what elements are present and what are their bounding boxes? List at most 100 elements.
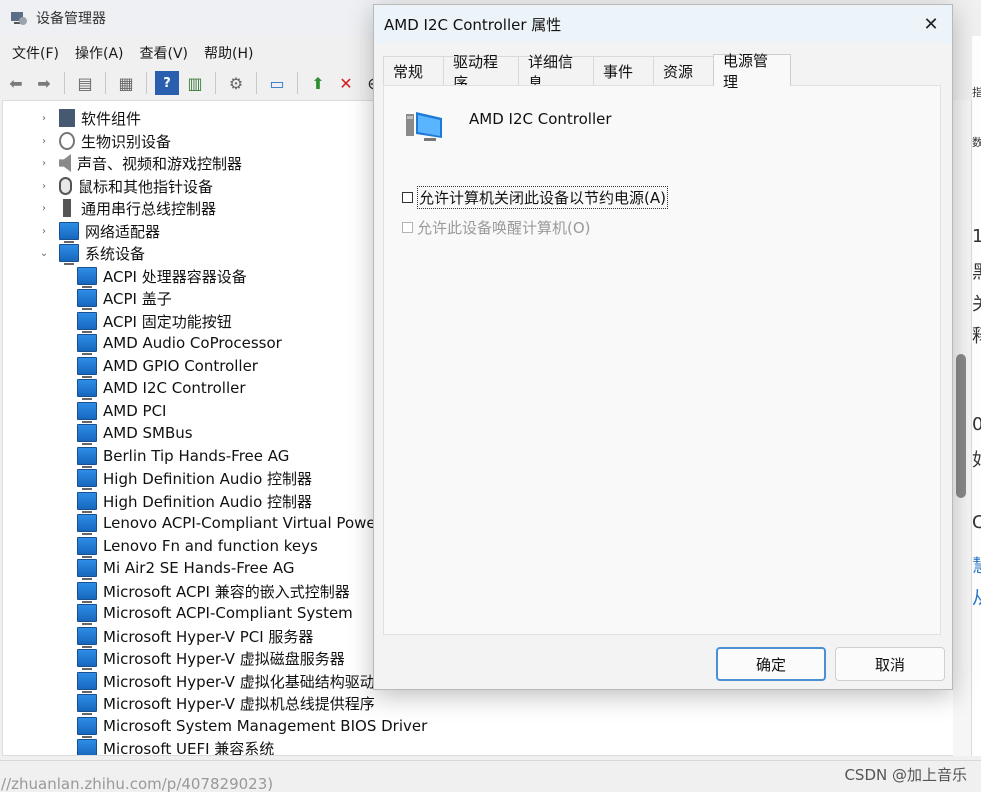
device-row[interactable]: Lenovo ACPI-Compliant Virtual Power C — [77, 512, 397, 535]
device-row[interactable]: AMD SMBus — [77, 422, 193, 445]
checkbox-label: 允许此设备唤醒计算机(O) — [417, 219, 591, 237]
device-icon — [77, 649, 97, 670]
background-text: 释 — [972, 322, 981, 348]
csdn-watermark: CSDN @加上音乐 — [844, 766, 967, 784]
background-url-text: ://zhuanlan.zhihu.com/p/407829023) — [0, 775, 274, 792]
usb-icon — [63, 199, 71, 217]
checkbox-box[interactable] — [402, 192, 413, 203]
tree-category-row[interactable]: › 软件组件 — [37, 107, 141, 129]
device-label: Microsoft Hyper-V 虚拟机总线提供程序 — [103, 694, 375, 713]
back-arrow-icon[interactable]: ⬅ — [4, 71, 28, 95]
device-row[interactable]: AMD I2C Controller — [77, 377, 246, 400]
chevron-right-icon[interactable]: › — [37, 136, 51, 147]
device-row[interactable]: Microsoft Hyper-V 虚拟机总线提供程序 — [77, 692, 375, 715]
tab-driver[interactable]: 驱动程序 — [443, 53, 519, 92]
scan-hardware-icon[interactable]: ⚙ — [224, 71, 248, 95]
checkbox-label[interactable]: 允许计算机关闭此设备以节约电源(A) — [417, 186, 668, 209]
device-icon — [77, 492, 97, 513]
device-row[interactable]: High Definition Audio 控制器 — [77, 490, 312, 513]
device-row[interactable]: Microsoft ACPI 兼容的嵌入式控制器 — [77, 580, 350, 603]
background-text: 从 — [972, 584, 981, 610]
toolbar-separator — [215, 72, 216, 94]
update-driver-icon[interactable]: ⬆ — [306, 71, 330, 95]
device-row[interactable]: Microsoft System Management BIOS Driver — [77, 715, 428, 738]
close-icon[interactable]: ✕ — [918, 11, 944, 37]
device-label: AMD Audio CoProcessor — [103, 334, 282, 352]
chevron-right-icon[interactable]: › — [37, 113, 51, 124]
device-row[interactable]: Microsoft Hyper-V 虚拟化基础结构驱动程 — [77, 670, 390, 693]
device-row[interactable]: ACPI 盖子 — [77, 287, 172, 310]
tab-details[interactable]: 详细信息 — [518, 53, 594, 92]
tab-events[interactable]: 事件 — [593, 56, 654, 86]
device-icon — [77, 514, 97, 535]
forward-arrow-icon[interactable]: ➡ — [32, 71, 56, 95]
device-row[interactable]: AMD GPIO Controller — [77, 355, 258, 378]
device-row[interactable]: AMD Audio CoProcessor — [77, 332, 282, 355]
cancel-button[interactable]: 取消 — [835, 647, 945, 681]
tab-general[interactable]: 常规 — [383, 56, 444, 86]
tab-resources[interactable]: 资源 — [653, 56, 714, 86]
device-row[interactable]: High Definition Audio 控制器 — [77, 467, 313, 490]
device-row[interactable]: Microsoft UEFI 兼容系统 — [77, 737, 274, 755]
device-label: High Definition Audio 控制器 — [103, 469, 313, 488]
allow-power-off-checkbox[interactable]: 允许计算机关闭此设备以节约电源(A) — [402, 186, 668, 209]
device-icon — [77, 559, 97, 580]
device-row[interactable]: Berlin Tip Hands-Free AG — [77, 445, 290, 468]
menu-file[interactable]: 文件(F) — [4, 41, 67, 65]
device-row[interactable]: Microsoft Hyper-V PCI 服务器 — [77, 625, 314, 648]
background-text: 慧 — [972, 552, 981, 578]
tree-category-row[interactable]: › 声音、视频和游戏控制器 — [37, 152, 242, 174]
chevron-right-icon[interactable]: › — [37, 226, 51, 237]
category-label: 软件组件 — [81, 109, 142, 128]
device-label: Mi Air2 SE Hands-Free AG — [103, 559, 295, 577]
device-label: Microsoft System Management BIOS Driver — [103, 717, 428, 735]
category-label: 网络适配器 — [85, 222, 161, 241]
uninstall-device-x-icon[interactable]: ✕ — [334, 71, 358, 95]
device-row[interactable]: Mi Air2 SE Hands-Free AG — [77, 557, 295, 580]
tab-power-management[interactable]: 电源管理 — [713, 52, 791, 91]
tree-category-row[interactable]: › 生物识别设备 — [37, 130, 171, 152]
show-hide-console-tree-icon[interactable]: ▤ — [73, 71, 97, 95]
menu-help[interactable]: 帮助(H) — [196, 41, 261, 65]
device-row[interactable]: AMD PCI — [77, 400, 167, 423]
device-row[interactable]: Microsoft ACPI-Compliant System — [77, 602, 353, 625]
properties-icon[interactable]: ▦ — [114, 71, 138, 95]
device-icon — [77, 604, 97, 625]
vertical-scrollbar[interactable] — [953, 100, 971, 756]
tree-category-row[interactable]: › 网络适配器 — [37, 220, 161, 243]
device-row[interactable]: ACPI 处理器容器设备 — [77, 265, 247, 288]
chevron-right-icon[interactable]: › — [37, 181, 51, 192]
menu-view[interactable]: 查看(V) — [132, 41, 197, 65]
device-icon — [406, 112, 442, 141]
device-label: AMD PCI — [103, 402, 167, 420]
tree-category-row[interactable]: › 通用串行总线控制器 — [37, 197, 216, 219]
tree-category-row[interactable]: › 鼠标和其他指针设备 — [37, 175, 213, 197]
background-text: 黑 — [972, 258, 981, 284]
category-label: 鼠标和其他指针设备 — [78, 177, 214, 196]
chevron-right-icon[interactable]: › — [37, 158, 51, 169]
speaker-icon — [59, 154, 71, 172]
category-label: 系统设备 — [85, 244, 146, 263]
device-label: Berlin Tip Hands-Free AG — [103, 447, 290, 465]
tree-category-row[interactable]: ⌄ 系统设备 — [37, 242, 146, 265]
action-pane-icon[interactable]: ▥ — [183, 71, 207, 95]
device-row[interactable]: ACPI 固定功能按钮 — [77, 310, 232, 333]
device-label: Microsoft ACPI-Compliant System — [103, 604, 353, 622]
device-icon — [77, 289, 97, 310]
background-text: 关 — [972, 290, 981, 316]
monitor-icon[interactable]: ▭ — [265, 71, 289, 95]
menu-action[interactable]: 操作(A) — [67, 41, 132, 65]
device-row[interactable]: Lenovo Fn and function keys — [77, 535, 318, 558]
device-name: AMD I2C Controller — [469, 110, 612, 128]
dialog-title: AMD I2C Controller 属性 — [384, 15, 562, 34]
device-row[interactable]: Microsoft Hyper-V 虚拟磁盘服务器 — [77, 647, 345, 670]
toolbar-separator — [297, 72, 298, 94]
device-label: Microsoft Hyper-V PCI 服务器 — [103, 627, 314, 646]
help-icon[interactable]: ? — [155, 71, 179, 95]
chevron-right-icon[interactable]: › — [37, 203, 51, 214]
chevron-down-icon[interactable]: ⌄ — [37, 248, 51, 259]
scrollbar-thumb[interactable] — [956, 354, 966, 498]
ok-button[interactable]: 确定 — [716, 647, 826, 681]
device-manager-titlebar: 设备管理器 — [0, 0, 400, 36]
properties-dialog: AMD I2C Controller 属性 ✕ 常规 驱动程序 详细信息 事件 … — [373, 4, 953, 690]
